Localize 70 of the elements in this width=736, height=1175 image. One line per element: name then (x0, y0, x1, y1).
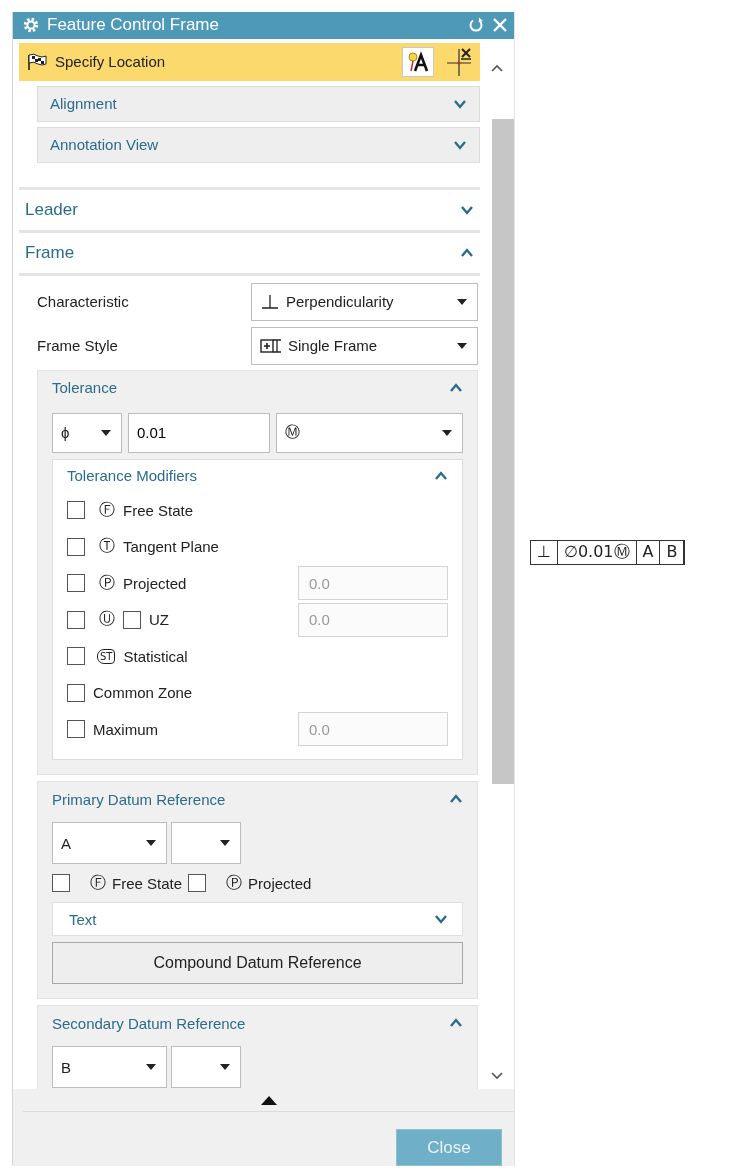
checkbox[interactable] (67, 647, 85, 666)
modifier-symbol: ST (97, 648, 116, 664)
panel-header[interactable]: Tolerance (52, 379, 118, 397)
section-header[interactable]: Frame (25, 242, 75, 263)
checkered-flag-icon (27, 52, 47, 71)
modifier-symbol: Ⓟ (99, 572, 115, 594)
modifier-symbol: Ⓤ (99, 609, 115, 631)
expand-chevron-icon[interactable] (434, 913, 448, 926)
section-header[interactable]: Leader (25, 199, 78, 220)
checkbox[interactable] (52, 874, 70, 893)
frame-cell: ⊥ (531, 541, 558, 564)
frame-cell: ∅0.01Ⓜ (557, 541, 637, 564)
checkbox[interactable] (67, 537, 85, 556)
select-dropdown[interactable]: Single Frame (251, 326, 478, 365)
collapse-chevron-icon[interactable] (449, 381, 463, 394)
panel-header[interactable]: Tolerance Modifiers (67, 467, 198, 485)
perpendicular-icon (260, 292, 280, 311)
compound-datum-button[interactable]: Compound Datum Reference (52, 942, 463, 985)
dropdown-caret-icon (146, 1064, 156, 1071)
checkbox[interactable] (188, 874, 207, 893)
dropdown-caret-icon (442, 429, 452, 436)
option-label: Tangent Plane (123, 538, 219, 556)
collapse-triangle-icon[interactable] (260, 1096, 277, 1105)
option-label: Statistical (123, 647, 188, 665)
field-label: Frame Style (37, 337, 118, 355)
dropdown-caret-icon (146, 840, 156, 847)
checkbox[interactable] (67, 501, 85, 520)
checkbox[interactable] (67, 683, 85, 702)
zone-shape-dropdown[interactable]: ϕ (52, 412, 122, 453)
select-dropdown[interactable]: Perpendicularity (251, 282, 478, 321)
option-label: UZ (149, 611, 169, 629)
scroll-up-icon[interactable] (490, 62, 504, 73)
dropdown-caret-icon (220, 840, 230, 847)
collapse-chevron-icon[interactable] (434, 469, 448, 482)
settings-icon[interactable] (23, 17, 39, 34)
scrollbar-thumb[interactable] (492, 118, 514, 784)
datum-letter-dropdown[interactable]: B (52, 1046, 167, 1089)
panel-header[interactable]: Primary Datum Reference (52, 790, 226, 808)
collapse-chevron-icon[interactable] (460, 246, 474, 259)
option-label: Common Zone (93, 684, 193, 702)
dropdown-caret-icon (101, 429, 111, 436)
option-label: Free State (112, 874, 183, 892)
group-header[interactable]: Annotation View (50, 136, 159, 154)
modifier-symbol: Ⓕ (90, 872, 106, 894)
tolerance-input[interactable]: 0.01 (128, 412, 270, 453)
group-header[interactable]: Text (69, 910, 97, 928)
scroll-down-icon[interactable] (490, 1071, 504, 1081)
window-title: Feature Control Frame (47, 15, 219, 36)
option-label: Maximum (93, 720, 158, 738)
reset-icon[interactable] (468, 17, 484, 34)
modifier-symbol: Ⓣ (99, 536, 115, 558)
panel-header[interactable]: Secondary Datum Reference (52, 1014, 246, 1032)
frame-cell: A (636, 541, 661, 564)
option-label: Free State (123, 501, 194, 519)
option-label: Projected (248, 874, 312, 892)
dropdown-caret-icon (220, 1064, 230, 1071)
frame-cell: B (660, 541, 685, 564)
modifier-symbol: Ⓟ (226, 872, 243, 894)
frame-style-icon (260, 337, 282, 354)
datum-letter-dropdown[interactable]: A (52, 822, 167, 865)
dropdown-caret-icon (457, 298, 467, 305)
specify-location-row[interactable]: Specify Location (19, 42, 480, 81)
dropdown-caret-icon (457, 342, 467, 349)
group-header[interactable]: Alignment (50, 95, 117, 113)
material-modifier-dropdown[interactable]: Ⓜ (276, 412, 463, 453)
modifier-symbol: Ⓕ (99, 499, 115, 521)
option-label: Projected (123, 574, 187, 592)
close-icon[interactable] (492, 17, 508, 34)
field-label: Characteristic (37, 293, 129, 311)
origin-tool-button[interactable] (402, 46, 434, 77)
